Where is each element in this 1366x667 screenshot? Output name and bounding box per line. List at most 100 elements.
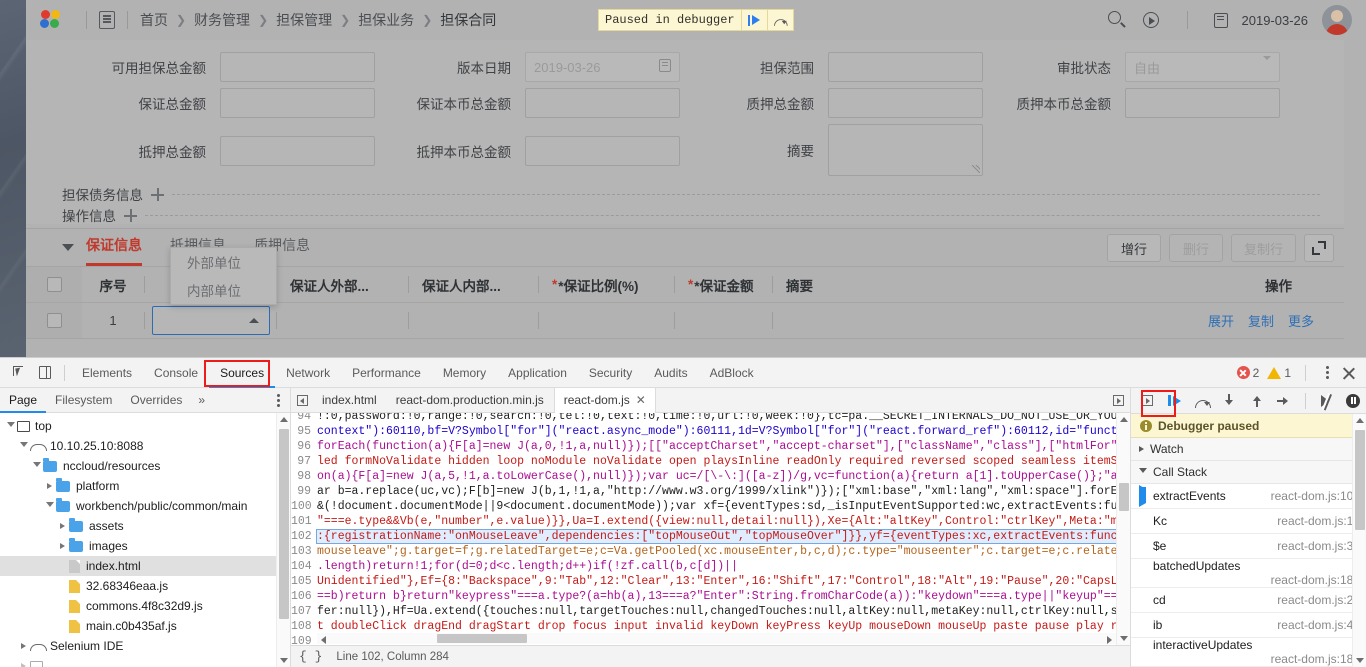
scroll-up-icon[interactable]	[1120, 417, 1128, 422]
add-row-button[interactable]: 增行	[1106, 234, 1161, 262]
row-action-more[interactable]: 更多	[1288, 311, 1314, 330]
scroll-right-icon[interactable]	[1107, 635, 1112, 644]
tree-node-partial[interactable]	[0, 656, 290, 667]
tree-node-commons-js[interactable]: commons.4f8c32d9.js	[0, 596, 290, 616]
breadcrumb-item[interactable]: 担保合同	[440, 10, 496, 30]
copy-row-button[interactable]: 复制行	[1230, 234, 1296, 262]
tree-node-nccloud-resources[interactable]: nccloud/resources	[0, 456, 290, 476]
field-mortgage-total[interactable]	[220, 136, 375, 166]
pretty-print-icon[interactable]: { }	[299, 649, 322, 664]
resume-script-icon[interactable]	[740, 10, 767, 30]
resume-script-execution-button[interactable]	[1162, 389, 1187, 413]
table-row[interactable]: 1 展开 复制 更多	[26, 303, 1344, 339]
step-over-icon[interactable]	[766, 10, 793, 30]
step-button[interactable]	[1271, 389, 1296, 413]
breadcrumb-item[interactable]: 首页	[140, 10, 168, 30]
scroll-down-icon[interactable]	[280, 658, 288, 663]
dropdown-option-external-unit[interactable]: 外部单位	[171, 248, 276, 276]
collapse-triangle-icon[interactable]	[62, 244, 74, 251]
twisty-icon[interactable]	[17, 643, 30, 649]
app-menu-icon[interactable]	[99, 11, 115, 29]
watch-section-header[interactable]: Watch	[1131, 438, 1366, 461]
code-line[interactable]: ==b)return b}return"keypress"===a.type?(…	[317, 590, 1130, 603]
more-tabs-icon[interactable]	[1113, 394, 1124, 406]
tab-network[interactable]: Network	[275, 358, 341, 388]
nav-tab-overrides[interactable]: Overrides	[121, 388, 191, 413]
section-operation-info[interactable]: 操作信息	[62, 205, 1320, 225]
row-action-copy[interactable]: 复制	[1248, 311, 1274, 330]
editor-horizontal-scrollbar[interactable]	[317, 633, 1116, 644]
code-line[interactable]: forEach(function(a){F[a]=new J(a,0,!1,a,…	[317, 440, 1130, 453]
tab-adblock[interactable]: AdBlock	[699, 358, 765, 388]
call-stack-frame[interactable]: cd react-dom.js:24	[1131, 588, 1366, 613]
code-line[interactable]: ar b=a.replace(uc,vc);F[b]=new J(b,1,!1,…	[317, 485, 1130, 498]
select-all-checkbox[interactable]	[46, 277, 62, 292]
scroll-up-icon[interactable]	[1356, 418, 1364, 423]
field-guarantee-local-total[interactable]	[525, 88, 680, 118]
code-line[interactable]: fer:null}),Hf=Ua.extend({touches:null,ta…	[317, 605, 1130, 618]
row-select-cell[interactable]	[26, 303, 82, 338]
dropdown-option-internal-unit[interactable]: 内部单位	[171, 276, 276, 304]
row-guarantor-external[interactable]	[276, 303, 408, 338]
twisty-icon[interactable]	[43, 483, 56, 489]
source-tab-react-dom-production[interactable]: react-dom.production.min.js	[387, 388, 554, 413]
nav-tab-filesystem[interactable]: Filesystem	[46, 388, 121, 413]
call-stack-frame[interactable]: extractEvents react-dom.js:102	[1131, 484, 1366, 509]
fullscreen-button[interactable]	[1304, 234, 1334, 262]
hscrollbar-thumb[interactable]	[437, 634, 527, 643]
nav-more-tabs-icon[interactable]: »	[191, 393, 212, 407]
section-guarantee-debt-info[interactable]: 担保债务信息	[62, 184, 1320, 204]
field-pledge-local-total[interactable]	[1125, 88, 1280, 118]
call-stack-frame[interactable]: $e react-dom.js:39	[1131, 534, 1366, 559]
tab-sources[interactable]: Sources	[209, 358, 275, 388]
play-circle-icon[interactable]	[1141, 10, 1161, 30]
tree-node-workbench[interactable]: workbench/public/common/main	[0, 496, 290, 516]
twisty-icon[interactable]	[17, 663, 30, 667]
deactivate-breakpoints-button[interactable]	[1313, 389, 1338, 413]
tree-node-top[interactable]: top	[0, 416, 290, 436]
tree-node-index-html[interactable]: index.html	[0, 556, 290, 576]
code-editor[interactable]: 94 !:0,password:!0,range:!0,search:!0,tel…	[291, 413, 1130, 645]
show-navigator-icon[interactable]	[291, 394, 313, 406]
error-count-badge[interactable]: 2	[1236, 366, 1259, 380]
close-tab-icon[interactable]: ✕	[636, 393, 646, 407]
navigator-menu-icon[interactable]	[276, 393, 290, 407]
step-into-next-call-button[interactable]	[1217, 389, 1242, 413]
code-line[interactable]: mouseleave";g.target=f;g.relatedTarget=e…	[317, 545, 1130, 558]
tab-performance[interactable]: Performance	[341, 358, 432, 388]
tab-console[interactable]: Console	[143, 358, 209, 388]
show-debugger-sidebar-icon[interactable]	[1135, 389, 1160, 413]
scrollbar-thumb[interactable]	[279, 429, 289, 619]
code-line[interactable]: context"):60110,bf=V?Symbol["for"]("reac…	[317, 425, 1130, 438]
navigator-scrollbar[interactable]	[276, 413, 290, 667]
code-line[interactable]: t doubleClick dragEnd dragStart drop foc…	[317, 620, 1130, 633]
step-out-of-current-function-button[interactable]	[1244, 389, 1269, 413]
unit-type-select[interactable]	[152, 306, 270, 335]
nav-tab-page[interactable]: Page	[0, 388, 46, 413]
row-guarantor-internal[interactable]	[408, 303, 538, 338]
twisty-icon[interactable]	[4, 422, 17, 430]
chevron-down-icon[interactable]	[1263, 55, 1271, 75]
row-action-expand[interactable]: 展开	[1208, 311, 1234, 330]
scroll-down-icon[interactable]	[1120, 636, 1128, 641]
code-line[interactable]: !:0,password:!0,range:!0,search:!0,tel:!…	[317, 413, 1130, 423]
call-stack-frame[interactable]: batchedUpdates react-dom.js:180	[1131, 559, 1366, 588]
avatar[interactable]	[1322, 5, 1352, 35]
twisty-icon[interactable]	[30, 462, 43, 470]
plus-icon[interactable]	[124, 208, 137, 222]
source-tabs-overflow[interactable]	[1113, 394, 1130, 406]
scrollbar-thumb[interactable]	[1355, 430, 1365, 530]
scroll-up-icon[interactable]	[280, 417, 288, 422]
warning-count-badge[interactable]: 1	[1267, 366, 1291, 380]
twisty-icon[interactable]	[43, 502, 56, 510]
tree-node-images[interactable]: images	[0, 536, 290, 556]
debugger-scrollbar[interactable]	[1352, 414, 1366, 667]
field-summary[interactable]	[828, 124, 983, 176]
twisty-icon[interactable]	[56, 543, 69, 549]
code-line[interactable]: .length)return!1;for(d=0;d<c.length;d++)…	[317, 560, 1130, 573]
tab-audits[interactable]: Audits	[643, 358, 698, 388]
field-mortgage-local-total[interactable]	[525, 136, 680, 166]
tree-node-selenium-ide[interactable]: Selenium IDE	[0, 636, 290, 656]
scroll-left-icon[interactable]	[321, 635, 326, 644]
select-all-cell[interactable]	[26, 267, 82, 302]
